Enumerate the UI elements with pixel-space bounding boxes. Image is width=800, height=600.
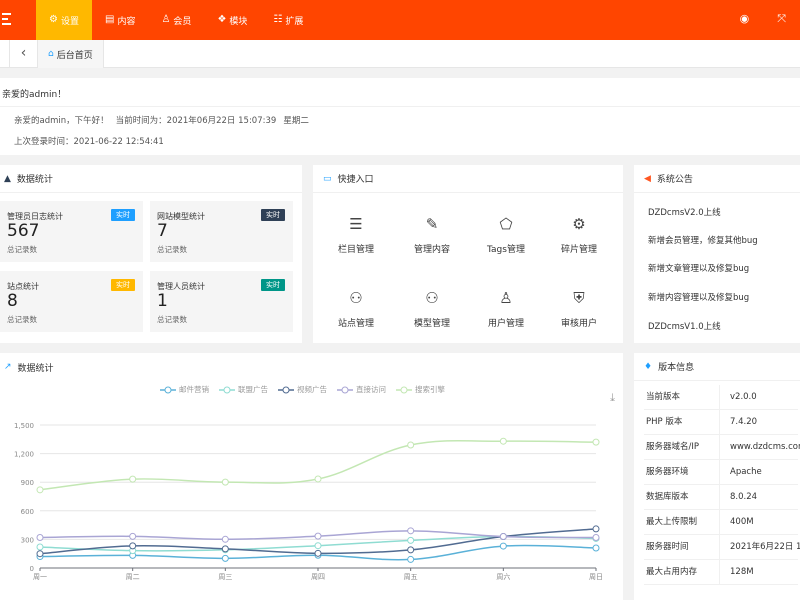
table-row: 服务器环境 Apache xyxy=(644,460,798,485)
version-value: 7.4.20 xyxy=(730,417,758,427)
data-point xyxy=(314,532,322,540)
version-value: Apache xyxy=(730,467,762,477)
data-point xyxy=(129,532,137,540)
version-key: PHP 版本 xyxy=(644,410,720,435)
announcement-item[interactable]: 新增内容管理以及修复bug xyxy=(648,291,749,303)
announcement-item[interactable]: 新增会员管理，修复其他bug xyxy=(648,234,758,246)
megaphone-icon: ◀ xyxy=(644,173,651,184)
data-point xyxy=(129,542,137,550)
announcement-item[interactable]: DZDcmsV1.0上线 xyxy=(648,320,721,332)
version-value: 2021年6月22日 15:07:39 xyxy=(730,542,800,552)
y-tick-label: 1,200 xyxy=(14,451,34,459)
data-point xyxy=(592,544,600,552)
version-value: 8.0.24 xyxy=(730,492,758,502)
version-value: www.dzdcms.com xyxy=(730,442,800,452)
version-key: 最大上传限制 xyxy=(644,510,720,535)
data-point xyxy=(36,550,44,558)
data-point xyxy=(499,542,507,550)
data-point xyxy=(499,437,507,445)
announcement-item[interactable]: 新增文章管理以及修复bug xyxy=(648,262,749,274)
data-point xyxy=(407,527,415,535)
table-row: PHP 版本 7.4.20 xyxy=(644,410,798,435)
x-tick-label: 周二 xyxy=(126,573,140,581)
line-chart: 0 300 600 900 1,200 1,500 周一 周二 周三 周四 周五 周六 周日 xyxy=(14,422,603,581)
fire-icon: ♦ xyxy=(644,361,653,372)
data-point xyxy=(221,554,229,562)
data-point xyxy=(592,525,600,533)
y-tick-label: 600 xyxy=(21,508,34,516)
data-point xyxy=(221,545,229,553)
version-key: 数据库版本 xyxy=(644,485,720,510)
table-row: 最大占用内存 128M xyxy=(644,560,798,585)
card-title: 版本信息 xyxy=(658,363,695,373)
version-value: 128M xyxy=(730,567,754,577)
data-point xyxy=(314,475,322,483)
data-point xyxy=(36,486,44,494)
data-point xyxy=(407,546,415,554)
data-point xyxy=(36,543,44,551)
announcements-card: ◀ 系统公告 DZDcmsV2.0上线 新增会员管理，修复其他bug 新增文章管… xyxy=(634,165,800,343)
data-point xyxy=(407,441,415,449)
card-header: ♦ 版本信息 xyxy=(634,353,800,381)
x-tick-label: 周一 xyxy=(33,573,47,581)
data-point xyxy=(407,536,415,544)
data-point xyxy=(314,542,322,550)
x-tick-label: 周六 xyxy=(496,572,510,581)
table-row: 服务器时间 2021年6月22日 15:07:39 xyxy=(644,535,800,560)
y-tick-label: 900 xyxy=(21,479,34,487)
data-point xyxy=(129,475,137,483)
table-row: 服务器域名/IP www.dzdcms.com xyxy=(644,435,800,460)
x-tick-label: 周三 xyxy=(218,573,232,581)
announcement-item[interactable]: DZDcmsV2.0上线 xyxy=(648,206,721,218)
version-key: 当前版本 xyxy=(644,385,720,410)
data-point xyxy=(592,533,600,541)
x-tick-label: 周四 xyxy=(311,573,325,581)
version-value: 400M xyxy=(730,517,754,527)
version-card: ♦ 版本信息 当前版本 v2.0.0 PHP 版本 7.4.20 服务器域名/I… xyxy=(634,353,800,600)
table-row: 当前版本 v2.0.0 xyxy=(644,385,798,410)
globe-icon[interactable]: ◉ xyxy=(740,13,750,24)
card-header: ◀ 系统公告 xyxy=(634,165,800,193)
data-point xyxy=(592,438,600,446)
version-key: 服务器域名/IP xyxy=(644,435,720,460)
x-tick-label: 周日 xyxy=(589,573,603,581)
data-point xyxy=(36,533,44,541)
data-point xyxy=(499,533,507,541)
card-title: 系统公告 xyxy=(656,175,693,185)
data-point xyxy=(407,555,415,563)
table-row: 数据库版本 8.0.24 xyxy=(644,485,798,510)
y-tick-label: 1,500 xyxy=(14,422,34,430)
table-row: 最大上传限制 400M xyxy=(644,510,798,535)
y-tick-label: 0 xyxy=(30,565,34,573)
fullscreen-icon[interactable]: ⤧ xyxy=(777,13,786,24)
data-point xyxy=(314,549,322,557)
top-right-tools: ◉ ⤧ xyxy=(740,13,786,24)
y-tick-label: 300 xyxy=(21,536,34,544)
version-key: 最大占用内存 xyxy=(644,560,720,585)
version-key: 服务器环境 xyxy=(644,460,720,485)
data-point xyxy=(221,535,229,543)
x-tick-label: 周五 xyxy=(404,573,418,581)
data-point xyxy=(221,478,229,486)
version-value: v2.0.0 xyxy=(730,392,757,402)
version-key: 服务器时间 xyxy=(644,535,720,560)
